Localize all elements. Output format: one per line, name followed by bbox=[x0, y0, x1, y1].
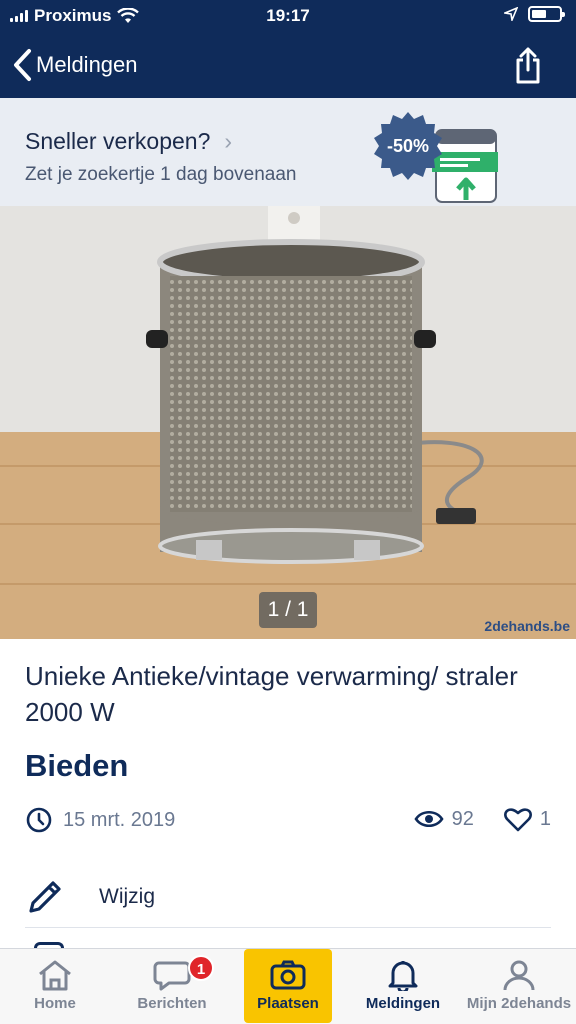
share-icon bbox=[516, 47, 540, 84]
back-button[interactable]: Meldingen bbox=[12, 48, 138, 82]
promo-banner[interactable]: Sneller verkopen? › Zet je zoekertje 1 da… bbox=[0, 98, 576, 206]
home-icon bbox=[39, 960, 71, 991]
ad-price: Bieden bbox=[25, 748, 129, 783]
chevron-right-icon: › bbox=[224, 128, 233, 154]
favorite-count: 1 bbox=[539, 807, 551, 830]
tab-my-account-label: Mijn 2dehands bbox=[466, 995, 572, 1012]
promo-title: Sneller verkopen? bbox=[25, 128, 211, 154]
promote-document-icon bbox=[432, 129, 498, 203]
status-bar: Proximus 19:17 bbox=[0, 0, 576, 32]
ad-title: Unieke Antieke/vintage verwarming/ stral… bbox=[25, 661, 518, 727]
ad-date: 15 mrt. 2019 bbox=[63, 808, 176, 831]
top-bar: Proximus 19:17 Meldingen bbox=[0, 0, 576, 98]
user-icon bbox=[503, 960, 535, 991]
pencil-icon bbox=[29, 880, 61, 913]
photo-counter: 1 / 1 bbox=[259, 592, 317, 628]
tab-place-label: Plaatsen bbox=[257, 995, 319, 1012]
promo-subtitle: Zet je zoekertje 1 dag bovenaan bbox=[25, 164, 297, 185]
clock-icon bbox=[26, 807, 52, 833]
location-arrow-icon bbox=[504, 7, 518, 21]
clock: 19:17 bbox=[266, 6, 310, 25]
unread-badge: 1 bbox=[188, 955, 214, 981]
back-label: Meldingen bbox=[36, 52, 138, 77]
edit-button[interactable]: Wijzig bbox=[25, 866, 551, 928]
bell-icon bbox=[388, 961, 418, 991]
tab-notifications[interactable]: Meldingen bbox=[350, 949, 456, 1024]
edit-label: Wijzig bbox=[99, 884, 155, 908]
tab-bar: Home Berichten 1 Plaatsen Meldingen Mijn… bbox=[0, 948, 576, 1024]
tab-messages-label: Berichten bbox=[137, 995, 207, 1012]
nav-bar: Meldingen bbox=[0, 40, 576, 92]
chat-icon bbox=[153, 961, 191, 991]
eye-icon bbox=[414, 810, 444, 828]
tab-home-label: Home bbox=[34, 995, 76, 1012]
tab-my-account[interactable]: Mijn 2dehands bbox=[462, 949, 576, 1024]
listing-photo[interactable]: 1 / 1 2dehands.be bbox=[0, 206, 576, 639]
discount-label: -50% bbox=[387, 136, 429, 156]
chevron-left-icon bbox=[14, 49, 31, 81]
tab-place[interactable]: Plaatsen bbox=[244, 949, 332, 1023]
view-count: 92 bbox=[451, 807, 474, 830]
discount-badge: -50% bbox=[374, 112, 442, 180]
heater-image bbox=[0, 206, 576, 639]
watermark-logo: 2dehands.be bbox=[484, 618, 570, 634]
share-button[interactable] bbox=[514, 46, 542, 89]
heart-icon[interactable] bbox=[503, 806, 532, 832]
camera-icon bbox=[270, 960, 306, 990]
tab-notifications-label: Meldingen bbox=[365, 995, 441, 1012]
tab-messages[interactable]: Berichten 1 bbox=[116, 949, 228, 1024]
ad-meta: 15 mrt. 2019 92 1 bbox=[25, 806, 551, 842]
tab-home[interactable]: Home bbox=[0, 949, 110, 1024]
battery-icon bbox=[528, 6, 565, 22]
